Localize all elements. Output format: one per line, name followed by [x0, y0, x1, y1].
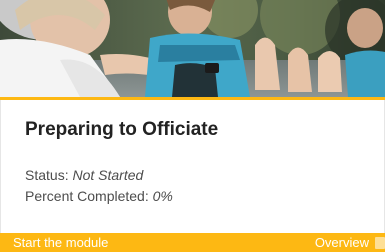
- overview-icon[interactable]: [375, 236, 385, 249]
- percent-label: Percent Completed:: [25, 188, 149, 204]
- overview-link[interactable]: Overview: [315, 233, 369, 252]
- status-label: Status:: [25, 167, 69, 183]
- percent-completed-line: Percent Completed: 0%: [25, 188, 173, 205]
- module-title: Preparing to Officiate: [25, 119, 219, 140]
- module-card-body: Preparing to Officiate Status: Not Start…: [0, 100, 385, 233]
- percent-value: 0%: [152, 188, 173, 204]
- overview-group: Overview: [315, 233, 385, 252]
- start-module-link[interactable]: Start the module: [13, 233, 108, 252]
- module-hero-image: [0, 0, 385, 97]
- status-value: Not Started: [72, 167, 144, 183]
- module-card: Preparing to Officiate Status: Not Start…: [0, 0, 385, 252]
- module-card-footer: Start the module Overview: [0, 233, 385, 252]
- status-line: Status: Not Started: [25, 167, 143, 184]
